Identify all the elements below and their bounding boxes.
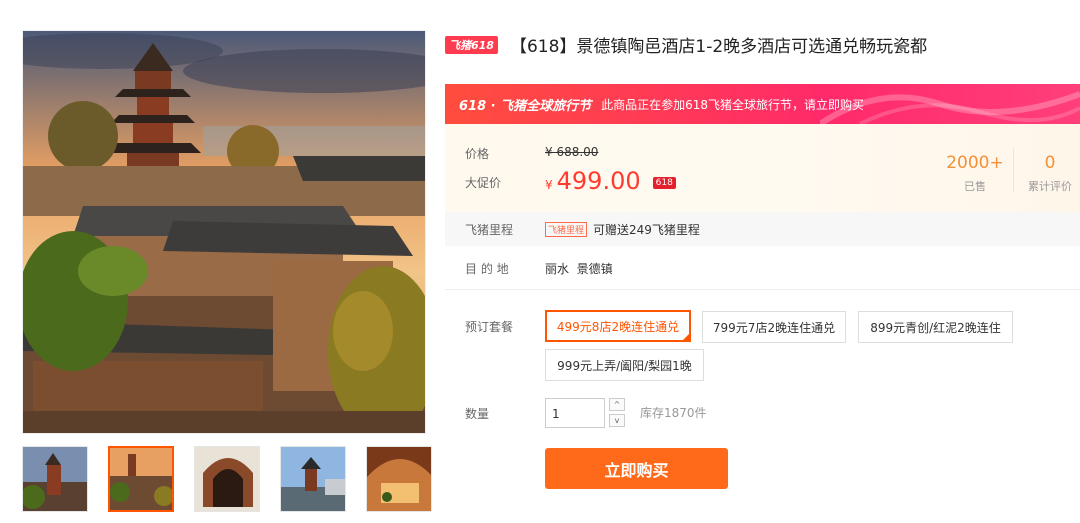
destination-label: 目 的 地 bbox=[465, 261, 509, 276]
quantity-increase-button[interactable]: ^ bbox=[609, 398, 625, 411]
package-option-label: 899元青创/红泥2晚连住 bbox=[870, 320, 1001, 335]
original-price: ¥ 688.00 bbox=[545, 145, 599, 159]
thumbnail-5[interactable] bbox=[366, 446, 432, 512]
package-option-2[interactable]: 799元7店2晚连住通兑 bbox=[702, 311, 846, 343]
quantity-decrease-button[interactable]: v bbox=[609, 414, 625, 427]
sale-price: ¥ 499.00 618 bbox=[545, 167, 676, 195]
section-divider bbox=[445, 289, 1080, 290]
sold-count: 2000+ bbox=[946, 153, 1004, 173]
mileage-row: 飞猪里程 飞猪里程 可赠送249飞猪里程 bbox=[445, 212, 1080, 246]
mileage-text: 可赠送249飞猪里程 bbox=[593, 222, 700, 237]
package-option-label: 499元8店2晚连住通兑 bbox=[556, 319, 680, 334]
package-option-4[interactable]: 999元上弄/阖阳/梨园1晚 bbox=[545, 349, 704, 381]
quantity-input[interactable]: 1 bbox=[545, 398, 605, 428]
mileage-tag: 飞猪里程 bbox=[545, 221, 588, 237]
price-panel: 价格 ¥ 688.00 大促价 ¥ 499.00 618 2000+ 已售 0 … bbox=[445, 124, 1080, 212]
selected-corner-icon bbox=[681, 332, 691, 342]
thumbnail-2[interactable] bbox=[108, 446, 174, 512]
buy-now-button[interactable]: 立即购买 bbox=[545, 448, 728, 489]
destination-value: 丽水 景德镇 bbox=[545, 261, 613, 276]
review-label: 累计评价 bbox=[1028, 180, 1072, 193]
price-label: 价格 bbox=[465, 147, 490, 161]
package-option-1[interactable]: 499元8店2晚连住通兑 bbox=[545, 310, 691, 342]
thumbnail-3[interactable] bbox=[194, 446, 260, 512]
fliggy-618-tag: 飞猪618 bbox=[445, 35, 498, 54]
sale-price-label: 大促价 bbox=[465, 176, 502, 190]
618-badge: 618 bbox=[652, 177, 676, 189]
main-product-image bbox=[22, 30, 426, 434]
chevron-down-icon: v bbox=[614, 416, 620, 425]
package-label: 预订套餐 bbox=[465, 320, 514, 334]
currency-symbol: ¥ bbox=[545, 178, 553, 192]
package-option-label: 799元7店2晚连住通兑 bbox=[712, 320, 836, 335]
chevron-up-icon: ^ bbox=[613, 400, 621, 409]
package-option-label: 999元上弄/阖阳/梨园1晚 bbox=[557, 358, 692, 373]
sold-stat: 2000+ 已售 bbox=[935, 153, 1015, 194]
banner-logo: 618 · 飞猪全球旅行节 bbox=[459, 98, 592, 114]
product-title: 【618】景德镇陶邑酒店1-2晚多酒店可选通兑畅玩瓷都 bbox=[509, 37, 928, 57]
quantity-label: 数量 bbox=[465, 407, 490, 421]
thumbnail-4[interactable] bbox=[280, 446, 346, 512]
package-option-3[interactable]: 899元青创/红泥2晚连住 bbox=[858, 311, 1013, 343]
banner-wave-decoration bbox=[820, 91, 1080, 124]
thumbnail-strip bbox=[22, 446, 432, 512]
promo-banner: 618 · 飞猪全球旅行节 此商品正在参加618飞猪全球旅行节，请立即购买 bbox=[445, 84, 1080, 124]
review-stat[interactable]: 0 累计评价 bbox=[1020, 153, 1080, 194]
mileage-label: 飞猪里程 bbox=[465, 222, 514, 237]
stat-divider bbox=[1013, 148, 1014, 192]
stock-text: 库存1870件 bbox=[640, 406, 707, 420]
review-count: 0 bbox=[1044, 153, 1056, 173]
sold-label: 已售 bbox=[964, 180, 986, 193]
thumbnail-1[interactable] bbox=[22, 446, 88, 512]
sale-price-value: 499.00 bbox=[556, 167, 641, 195]
title-row: 飞猪618 【618】景德镇陶邑酒店1-2晚多酒店可选通兑畅玩瓷都 bbox=[445, 32, 927, 57]
destination-row: 目 的 地 丽水 景德镇 bbox=[445, 258, 1080, 278]
